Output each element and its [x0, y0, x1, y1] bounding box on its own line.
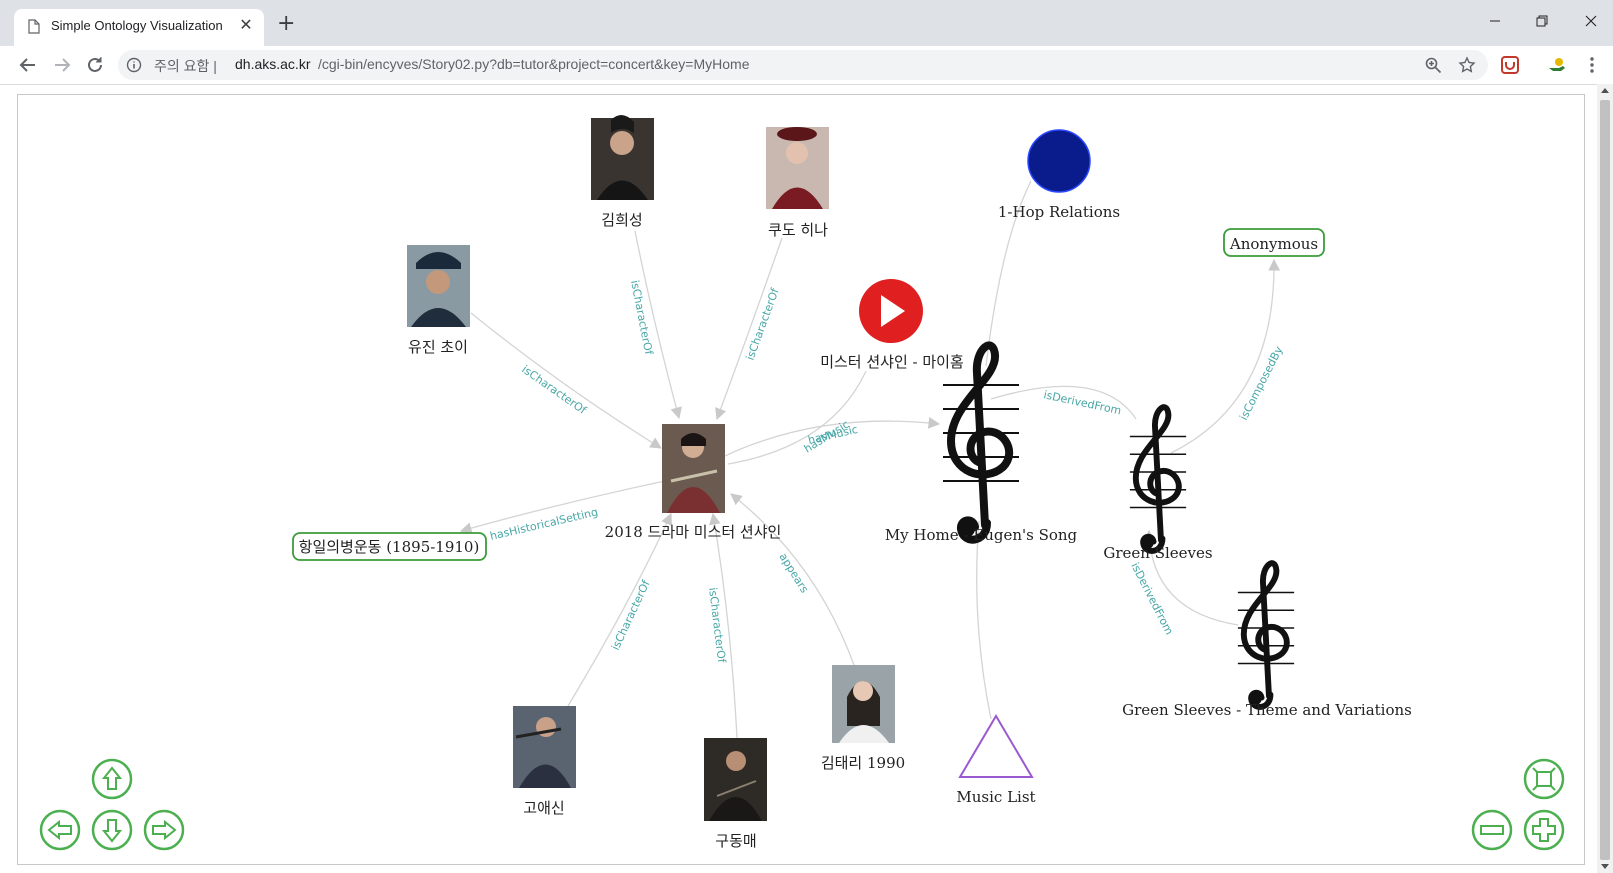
- node-my-home[interactable]: My Home - Eugen's Song: [885, 345, 1078, 544]
- node-label: 2018 드라마 미스터 션샤인: [605, 523, 782, 541]
- treble-clef-icon: [943, 345, 1019, 539]
- node-label: Anonymous: [1229, 235, 1318, 253]
- zoom-icon[interactable]: [1424, 56, 1442, 74]
- portrait-kudo-hina: [766, 127, 829, 209]
- new-tab-button[interactable]: +: [277, 13, 295, 35]
- edge-goaeshin-drama: [567, 512, 672, 707]
- edge-label-iscomposedby: isComposedBy: [1237, 344, 1286, 423]
- one-hop-circle-icon: [1027, 129, 1091, 193]
- edge-label-ischaracterof: isCharacterOf: [744, 285, 782, 362]
- close-window-button[interactable]: [1576, 10, 1606, 32]
- node-label: Green Sleeves - Theme and Variations: [1122, 701, 1412, 719]
- edge-label-ischaracterof: isCharacterOf: [628, 279, 655, 357]
- node-label: 1-Hop Relations: [998, 203, 1120, 221]
- close-icon: [1585, 15, 1597, 27]
- node-gu-dong-mae[interactable]: 구동매: [704, 738, 767, 850]
- fit-view-button[interactable]: [1523, 758, 1565, 800]
- minimize-button[interactable]: [1480, 10, 1510, 32]
- node-go-ae-shin[interactable]: 고애신: [513, 706, 576, 817]
- tab-title: Simple Ontology Visualization: [51, 18, 223, 33]
- restore-button[interactable]: [1527, 10, 1557, 32]
- edge-kudohina-drama: [715, 237, 783, 421]
- scroll-thumb[interactable]: [1600, 100, 1610, 860]
- node-label: Music List: [956, 788, 1035, 806]
- edge-label-isderivedfrom: isDerivedFrom: [1128, 560, 1176, 636]
- browser-tab[interactable]: Simple Ontology Visualization ✕: [14, 9, 264, 46]
- node-kim-tae-ri[interactable]: 김태리 1990: [821, 665, 905, 772]
- forward-icon[interactable]: [51, 54, 73, 76]
- back-icon[interactable]: [17, 54, 39, 76]
- star-icon[interactable]: [1458, 56, 1476, 74]
- node-label: 항일의병운동 (1895-1910): [299, 538, 480, 556]
- pan-up-button[interactable]: [91, 758, 133, 800]
- tab-strip: Simple Ontology Visualization ✕ +: [0, 0, 1613, 46]
- edge-eugenechoi-drama: [470, 312, 662, 449]
- minimize-icon: [1490, 20, 1500, 22]
- treble-clef-icon: [1238, 563, 1294, 707]
- edge-label-hashistoricalsetting: hasHistoricalSetting: [489, 505, 599, 542]
- node-video-mister-sunshine[interactable]: 미스터 션샤인 - 마이홈: [820, 279, 964, 371]
- edge-greensleeves-anonymous: [1170, 258, 1280, 454]
- node-label: 미스터 션샤인 - 마이홈: [820, 353, 964, 371]
- tab-close-button[interactable]: ✕: [238, 15, 254, 35]
- graph-svg[interactable]: isCharacterOf isCharacterOf isCharacterO…: [18, 95, 1584, 864]
- node-kim-hui-seong[interactable]: 김희성: [591, 114, 654, 229]
- restore-icon: [1536, 15, 1548, 27]
- url-domain: dh.aks.ac.kr: [235, 56, 311, 72]
- extension-icon[interactable]: [1500, 55, 1520, 75]
- node-righteous-army[interactable]: 항일의병운동 (1895-1910): [292, 532, 487, 561]
- pan-left-button[interactable]: [39, 809, 81, 851]
- pan-down-button[interactable]: [91, 809, 133, 851]
- edge-drama-video: [727, 370, 867, 465]
- vertical-scrollbar[interactable]: [1597, 84, 1613, 873]
- node-music-list[interactable]: Music List: [956, 714, 1036, 806]
- node-label: Green Sleeves: [1103, 544, 1212, 562]
- portrait-go-ae-shin: [513, 706, 576, 788]
- graph-canvas[interactable]: isCharacterOf isCharacterOf isCharacterO…: [17, 94, 1585, 865]
- node-drama-mister-sunshine[interactable]: 2018 드라마 미스터 션샤인: [605, 424, 782, 541]
- edge-label-ischaracterof: isCharacterOf: [519, 363, 589, 418]
- node-green-sleeves[interactable]: Green Sleeves: [1103, 407, 1213, 562]
- reload-icon[interactable]: [84, 54, 106, 76]
- zoom-out-button[interactable]: [1471, 809, 1513, 851]
- node-label: 유진 초이: [408, 338, 468, 356]
- treble-clef-icon: [1130, 407, 1186, 551]
- node-label: 김태리 1990: [821, 754, 905, 772]
- pan-right-button[interactable]: [143, 809, 185, 851]
- scroll-down-arrow-icon[interactable]: [1601, 864, 1609, 869]
- node-label: 김희성: [601, 211, 642, 229]
- zoom-in-button[interactable]: [1523, 809, 1565, 851]
- node-label: My Home - Eugen's Song: [885, 526, 1078, 544]
- edge-label-ischaracterof: isCharacterOf: [609, 577, 653, 652]
- document-icon: [28, 19, 40, 34]
- node-anonymous[interactable]: Anonymous: [1223, 228, 1325, 257]
- graph-edges: [459, 180, 1280, 739]
- navigation-controls: [39, 758, 1565, 851]
- portrait-kim-hui-seong: [591, 114, 654, 200]
- scroll-up-arrow-icon[interactable]: [1601, 88, 1609, 93]
- portrait-kim-tae-ri: [832, 665, 895, 743]
- edge-myhome-musiclist: [976, 520, 992, 720]
- triangle-icon: [958, 714, 1034, 778]
- portrait-drama-poster: [662, 424, 725, 513]
- menu-icon[interactable]: [1582, 55, 1602, 75]
- node-label: 쿠도 히나: [768, 221, 828, 239]
- portrait-gu-dong-mae: [704, 738, 767, 821]
- node-label: 고애신: [523, 799, 564, 817]
- node-one-hop-relations[interactable]: 1-Hop Relations: [998, 129, 1120, 221]
- edge-label-isderivedfrom: isDerivedFrom: [1042, 388, 1122, 417]
- node-label: 구동매: [715, 832, 756, 850]
- node-eugene-choi[interactable]: 유진 초이: [407, 245, 470, 356]
- address-bar[interactable]: 주의 요함 | dh.aks.ac.kr /cgi-bin/encyves/St…: [118, 50, 1488, 80]
- browser-toolbar: 주의 요함 | dh.aks.ac.kr /cgi-bin/encyves/St…: [0, 46, 1613, 85]
- security-warning: 주의 요함 |: [154, 58, 217, 74]
- url-path: /cgi-bin/encyves/Story02.py?db=tutor&pro…: [318, 56, 750, 72]
- info-icon[interactable]: [126, 57, 142, 73]
- portrait-eugene-choi: [407, 245, 470, 327]
- node-kudo-hina[interactable]: 쿠도 히나: [766, 127, 829, 239]
- profile-icon[interactable]: [1547, 55, 1567, 75]
